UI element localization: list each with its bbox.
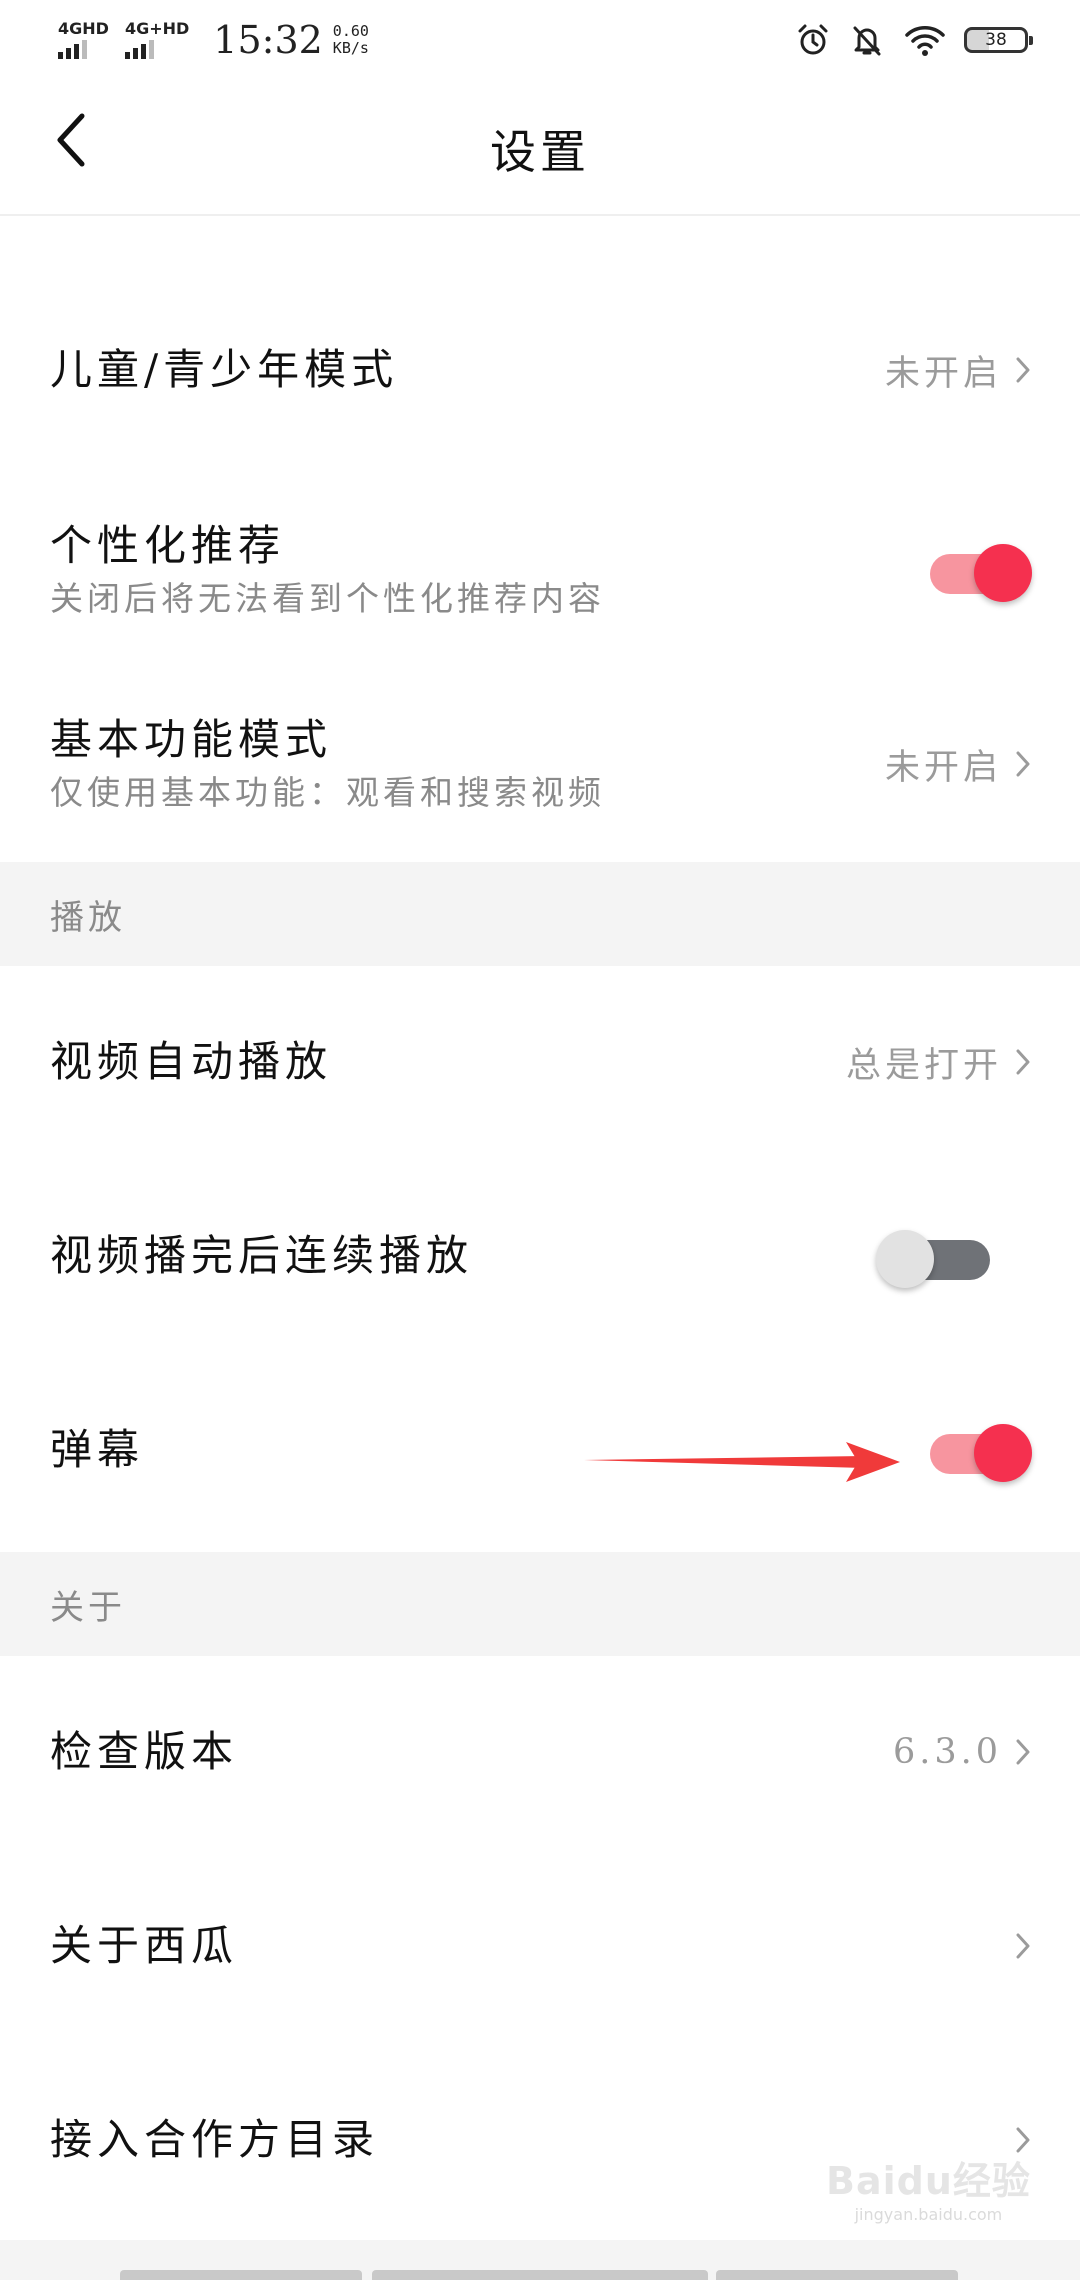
title-bar: 设置: [0, 80, 1080, 216]
setting-right: 未开启: [885, 739, 1032, 790]
chevron-right-icon: [1014, 750, 1032, 778]
status-right: 38: [776, 23, 1033, 57]
section-title: 关于: [50, 1587, 126, 1628]
setting-label: 个性化推荐: [50, 521, 286, 570]
signal-label-2: 4G+HD: [124, 19, 190, 38]
status-bar: 4GHD 4G+HD 15:32 0.60 KB/s 38: [0, 0, 1080, 80]
setting-text: 弹幕: [50, 1423, 144, 1477]
bell-off-icon: [850, 23, 884, 57]
battery-level: 38: [985, 29, 1007, 50]
chevron-right-icon: [1014, 1738, 1032, 1766]
version-value: 6.3.0: [892, 1732, 1002, 1772]
setting-kids-mode[interactable]: 儿童/青少年模式 未开启: [0, 300, 1080, 440]
setting-label: 接入合作方目录: [50, 2115, 380, 2164]
setting-text: 检查版本: [50, 1725, 238, 1779]
bottom-tab-2: [372, 2270, 708, 2280]
bottom-tab-1: [120, 2270, 362, 2280]
chevron-right-icon: [1014, 1048, 1032, 1076]
setting-basic-mode[interactable]: 基本功能模式 仅使用基本功能：观看和搜索视频 未开启: [0, 694, 1080, 834]
setting-label: 儿童/青少年模式: [50, 345, 399, 394]
continuous-play-toggle[interactable]: [876, 1224, 1010, 1288]
network-speed: 0.60 KB/s: [333, 23, 369, 57]
setting-text: 视频播完后连续播放: [50, 1229, 473, 1283]
setting-text: 儿童/青少年模式: [50, 343, 398, 397]
baidu-watermark: Baidu经验 jingyan.baidu.com: [826, 2150, 1031, 2224]
setting-value: 未开启: [884, 747, 1002, 788]
setting-text: 关于西瓜: [50, 1919, 238, 1973]
toggle-knob: [876, 1230, 934, 1288]
setting-right: 总是打开: [846, 1037, 1032, 1088]
page-title: 设置: [490, 125, 590, 179]
setting-danmaku: 弹幕: [0, 1380, 1080, 1520]
signal-indicator-2: 4G+HD: [124, 19, 190, 59]
setting-personalized: 个性化推荐 关闭后将无法看到个性化推荐内容: [0, 500, 1080, 640]
setting-label: 关于西瓜: [50, 1921, 239, 1970]
setting-subtitle: 仅使用基本功能：观看和搜索视频: [50, 773, 605, 812]
signal-bars-icon: [58, 39, 90, 59]
signal-label-1: 4GHD: [58, 19, 109, 38]
setting-about-app[interactable]: 关于西瓜: [0, 1876, 1080, 2016]
toggle-knob: [974, 544, 1032, 602]
network-speed-value: 0.60: [332, 22, 369, 40]
setting-label: 检查版本: [50, 1727, 239, 1776]
setting-text: 视频自动播放: [50, 1035, 332, 1089]
signal-bars-icon: [124, 39, 157, 59]
setting-label: 弹幕: [50, 1425, 145, 1474]
chevron-right-icon: [1014, 1932, 1032, 1960]
danmaku-toggle[interactable]: [922, 1418, 1032, 1482]
setting-label: 基本功能模式: [50, 715, 333, 764]
section-header-about: 关于: [0, 1552, 1080, 1656]
status-left: 4GHD 4G+HD 15:32 0.60 KB/s: [58, 18, 369, 62]
setting-text: 基本功能模式 仅使用基本功能：观看和搜索视频: [50, 713, 605, 815]
section-title: 播放: [50, 897, 126, 938]
setting-right: 6.3.0: [893, 1732, 1032, 1772]
setting-label: 视频自动播放: [50, 1037, 333, 1086]
wifi-icon: [904, 23, 946, 57]
toggle-knob: [974, 1424, 1032, 1482]
setting-autoplay[interactable]: 视频自动播放 总是打开: [0, 992, 1080, 1132]
setting-text: 个性化推荐 关闭后将无法看到个性化推荐内容: [50, 519, 605, 621]
watermark-logo: Baidu经验: [826, 2159, 1031, 2203]
setting-text: 接入合作方目录: [50, 2113, 379, 2167]
status-time: 15:32: [213, 18, 323, 62]
setting-value: 未开启: [884, 353, 1002, 394]
annotation-arrow-icon: [584, 1442, 900, 1482]
section-header-playback: 播放: [0, 862, 1080, 966]
watermark-url: jingyan.baidu.com: [854, 2205, 1003, 2224]
battery-icon: 38: [964, 27, 1033, 53]
setting-check-version[interactable]: 检查版本 6.3.0: [0, 1682, 1080, 1822]
network-speed-unit: KB/s: [332, 39, 369, 57]
alarm-icon: [796, 23, 830, 57]
setting-right: [1014, 1932, 1032, 1960]
setting-label: 视频播完后连续播放: [50, 1231, 474, 1280]
setting-subtitle: 关闭后将无法看到个性化推荐内容: [50, 579, 605, 618]
setting-value: 总是打开: [845, 1045, 1002, 1086]
signal-indicator-1: 4GHD: [58, 21, 109, 59]
setting-continuous-play: 视频播完后连续播放: [0, 1186, 1080, 1326]
setting-right: 未开启: [885, 345, 1032, 396]
personalized-toggle[interactable]: [922, 538, 1032, 602]
chevron-right-icon: [1014, 356, 1032, 384]
bottom-tab-3: [716, 2270, 958, 2280]
